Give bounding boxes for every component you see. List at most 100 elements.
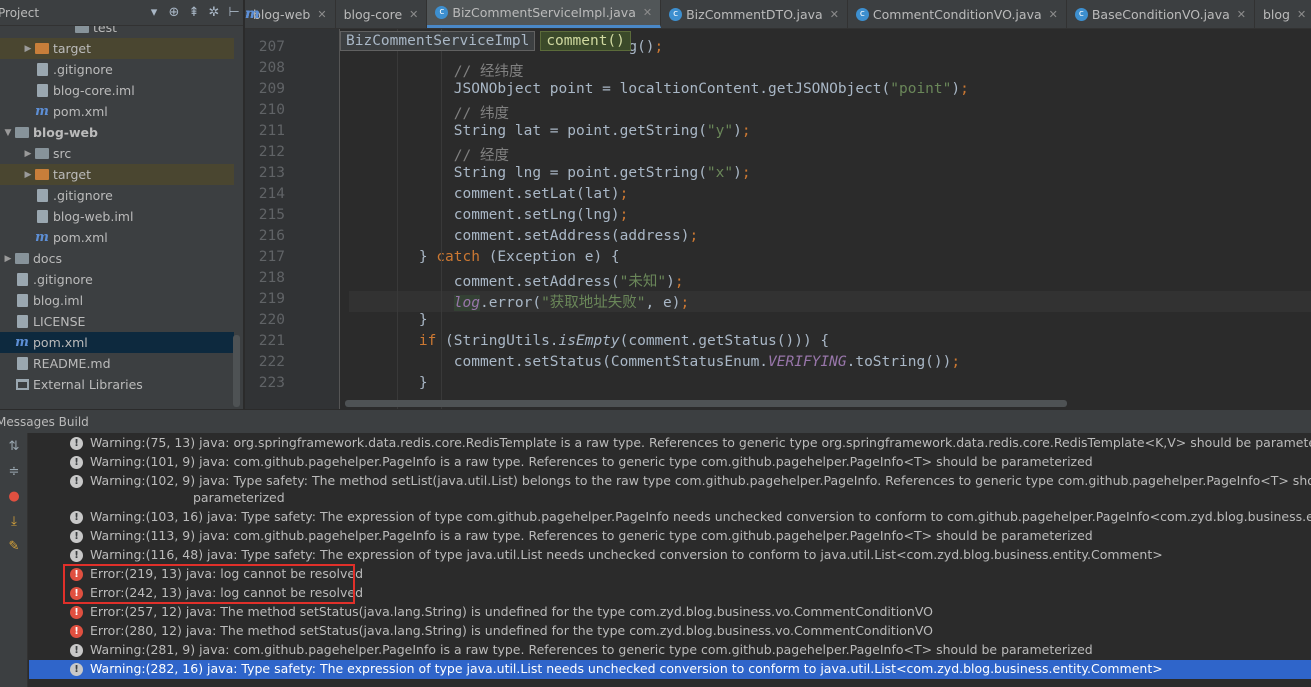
line-number: 211: [258, 123, 285, 139]
line-number: 208: [258, 60, 285, 76]
project-scrollbar[interactable]: [233, 335, 240, 407]
error-filter-icon[interactable]: ●: [6, 489, 22, 505]
message-text: Warning:(102, 9) java: Type safety: The …: [90, 473, 1311, 488]
message-text: Warning:(282, 16) java: Type safety: The…: [90, 661, 1163, 676]
tree-item[interactable]: ▶ docs: [0, 248, 234, 269]
rerun-icon[interactable]: ⇅: [6, 439, 22, 455]
code-line[interactable]: String lat = point.getString("y");: [349, 123, 751, 139]
expand-icon[interactable]: ≑: [6, 464, 22, 480]
error-icon: !: [70, 606, 83, 619]
line-number: 222: [258, 354, 285, 370]
tree-item[interactable]: .gitignore: [0, 269, 234, 290]
breadcrumb-class[interactable]: BizCommentServiceImpl: [340, 31, 536, 51]
message-row[interactable]: ! Error:(280, 12) java: The method setSta…: [29, 622, 1311, 641]
message-text: Warning:(281, 9) java: com.github.pagehe…: [90, 642, 1093, 657]
tree-item[interactable]: blog-web.iml: [0, 206, 234, 227]
collapse-icon[interactable]: ⇞: [184, 5, 204, 20]
message-row[interactable]: ! Warning:(113, 9) java: com.github.pageh…: [29, 527, 1311, 546]
tree-item[interactable]: blog-core.iml: [0, 80, 234, 101]
tree-item[interactable]: ▼ blog-web: [0, 122, 234, 143]
tree-arrow-icon[interactable]: ▶: [22, 44, 34, 54]
line-number: 214: [258, 186, 285, 202]
tree-item[interactable]: .gitignore: [0, 59, 234, 80]
code-line[interactable]: comment.setAddress("未知");: [349, 270, 684, 291]
tree-item-label: blog.iml: [33, 293, 84, 308]
tree-item[interactable]: External Libraries: [0, 374, 234, 395]
code-line[interactable]: if (StringUtils.isEmpty(comment.getStatu…: [349, 333, 829, 349]
tree-item[interactable]: .gitignore: [0, 185, 234, 206]
code-line[interactable]: // 纬度: [349, 102, 509, 123]
tree-item[interactable]: ▶ target: [0, 38, 234, 59]
message-row[interactable]: ! Warning:(102, 9) java: Type safety: The…: [29, 472, 1311, 508]
code-line[interactable]: }: [349, 312, 428, 328]
settings-icon[interactable]: ✎: [6, 539, 22, 555]
code-line[interactable]: String lng = point.getString("x");: [349, 165, 751, 181]
error-highlight-box: [63, 564, 355, 604]
message-text-continued: parameterized: [193, 490, 285, 505]
breadcrumb-method[interactable]: comment(): [540, 31, 631, 51]
hide-icon[interactable]: ⊢: [224, 5, 243, 20]
tree-item[interactable]: m pom.xml: [0, 227, 234, 248]
file-icon: [14, 357, 30, 371]
code-line[interactable]: }: [349, 375, 428, 391]
warning-icon: !: [70, 644, 83, 657]
code-line[interactable]: comment.setLng(lng);: [349, 207, 629, 223]
code-line[interactable]: } catch (Exception e) {: [349, 249, 620, 265]
tree-item-label: pom.xml: [53, 104, 108, 119]
dropdown-icon[interactable]: ▾: [144, 5, 164, 20]
target-icon[interactable]: ⊕: [164, 5, 184, 20]
code-line[interactable]: comment.setLat(lat);: [349, 186, 629, 202]
file-icon: [34, 84, 50, 98]
maven-module-icon: m: [245, 6, 260, 22]
message-row[interactable]: ! Warning:(116, 48) java: Type safety: Th…: [29, 546, 1311, 565]
line-number: 210: [258, 102, 285, 118]
indent-guide: [441, 29, 442, 409]
folder-icon: [34, 42, 50, 56]
message-row[interactable]: ! Error:(257, 12) java: The method setSta…: [29, 603, 1311, 622]
messages-toolbar: ⇅ ≑ ● ⤓ ✎: [0, 433, 28, 687]
tree-item-label: pom.xml: [33, 335, 88, 350]
tree-item[interactable]: README.md: [0, 353, 234, 374]
tree-item[interactable]: ▶ src: [0, 143, 234, 164]
code-line[interactable]: comment.setAddress(address);: [349, 228, 698, 244]
tree-item[interactable]: m pom.xml: [0, 101, 234, 122]
code-line[interactable]: // 经度: [349, 144, 509, 165]
message-row[interactable]: ! Warning:(101, 9) java: com.github.pageh…: [29, 453, 1311, 472]
folder-icon: [34, 168, 50, 182]
file-icon: [14, 273, 30, 287]
tree-arrow-icon[interactable]: ▶: [22, 149, 34, 159]
code-line[interactable]: // 经纬度: [349, 60, 524, 81]
folder-icon: [14, 252, 30, 266]
tree-arrow-icon[interactable]: ▶: [22, 170, 34, 180]
message-text: Warning:(113, 9) java: com.github.pagehe…: [90, 528, 1093, 543]
file-icon: [14, 294, 30, 308]
export-icon[interactable]: ⤓: [6, 514, 22, 530]
tab-blog[interactable]: m blog ✕: [245, 0, 1311, 28]
message-row[interactable]: ! Warning:(75, 13) java: org.springframew…: [29, 434, 1311, 453]
code-editor[interactable]: 207 208 209 210 211 212 213 214 215 216 217 218 219 2…: [245, 29, 1311, 409]
messages-bar: Messages Build: [0, 409, 1311, 433]
settings-icon[interactable]: ✲: [204, 5, 224, 20]
file-icon: [34, 210, 50, 224]
tree-item[interactable]: LICENSE: [0, 311, 234, 332]
line-number: 215: [258, 207, 285, 223]
project-panel-title: Project: [0, 5, 40, 20]
tree-item[interactable]: blog.iml: [0, 290, 234, 311]
line-number: 216: [258, 228, 285, 244]
message-row[interactable]: ! Warning:(103, 16) java: Type safety: Th…: [29, 508, 1311, 527]
tree-item-label: External Libraries: [33, 377, 143, 392]
message-row[interactable]: ! Warning:(282, 16) java: Type safety: Th…: [29, 660, 1311, 679]
file-icon: [34, 63, 50, 77]
editor-horizontal-scrollbar[interactable]: [345, 400, 1067, 407]
message-text: Warning:(103, 16) java: Type safety: The…: [90, 509, 1311, 524]
ide-window: test ▶ target .gitignore blog-core.iml m pom.x…: [0, 0, 1311, 687]
code-line[interactable]: log.error("获取地址失败", e);: [349, 291, 1311, 312]
message-row[interactable]: ! Warning:(281, 9) java: com.github.pageh…: [29, 641, 1311, 660]
tree-item[interactable]: ▶ target: [0, 164, 234, 185]
tree-arrow-icon[interactable]: ▼: [2, 128, 14, 138]
tree-arrow-icon[interactable]: ▶: [2, 254, 14, 264]
file-icon: [14, 315, 30, 329]
line-number: 207: [258, 39, 285, 55]
tree-item[interactable]: m pom.xml: [0, 332, 234, 353]
message-text: Error:(257, 12) java: The method setStat…: [90, 604, 934, 619]
